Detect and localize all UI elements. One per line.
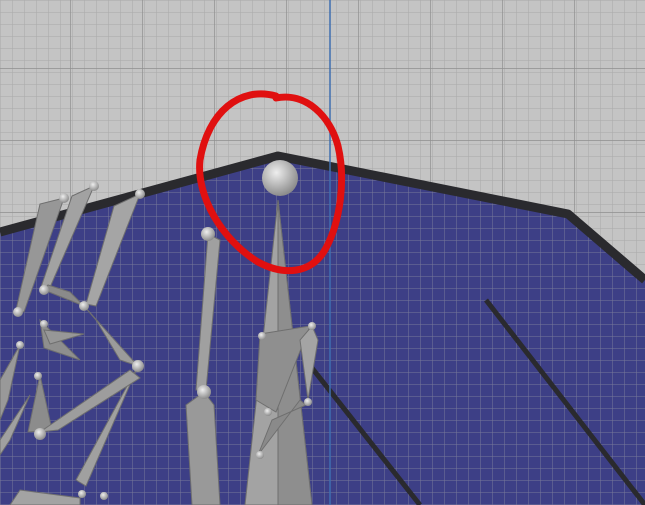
- bone-joint-icon[interactable]: [256, 451, 264, 459]
- bone-joint-icon[interactable]: [304, 398, 312, 406]
- bone-joint-icon[interactable]: [262, 160, 298, 196]
- bone-joint-icon[interactable]: [264, 408, 272, 416]
- bone-joint-icon[interactable]: [40, 320, 48, 328]
- bone-joint-icon[interactable]: [16, 341, 24, 349]
- bone-joint-icon[interactable]: [78, 490, 86, 498]
- bone-joint-icon[interactable]: [135, 189, 145, 199]
- bone-joint-icon[interactable]: [39, 285, 49, 295]
- bone-joint-icon[interactable]: [258, 332, 266, 340]
- bone-joint-icon[interactable]: [132, 360, 144, 372]
- bone-joint-icon[interactable]: [100, 492, 108, 500]
- 3d-viewport[interactable]: [0, 0, 645, 505]
- bone-joint-icon[interactable]: [308, 322, 316, 330]
- bone-joint-icon[interactable]: [59, 193, 69, 203]
- bone-joint-icon[interactable]: [89, 181, 99, 191]
- bone-joint-icon[interactable]: [197, 385, 211, 399]
- bone-joint-icon[interactable]: [201, 227, 215, 241]
- bone-joint-icon[interactable]: [34, 428, 46, 440]
- bone-joint-icon[interactable]: [34, 372, 42, 380]
- bone-joint-icon[interactable]: [13, 307, 23, 317]
- bone-joint-icon[interactable]: [79, 301, 89, 311]
